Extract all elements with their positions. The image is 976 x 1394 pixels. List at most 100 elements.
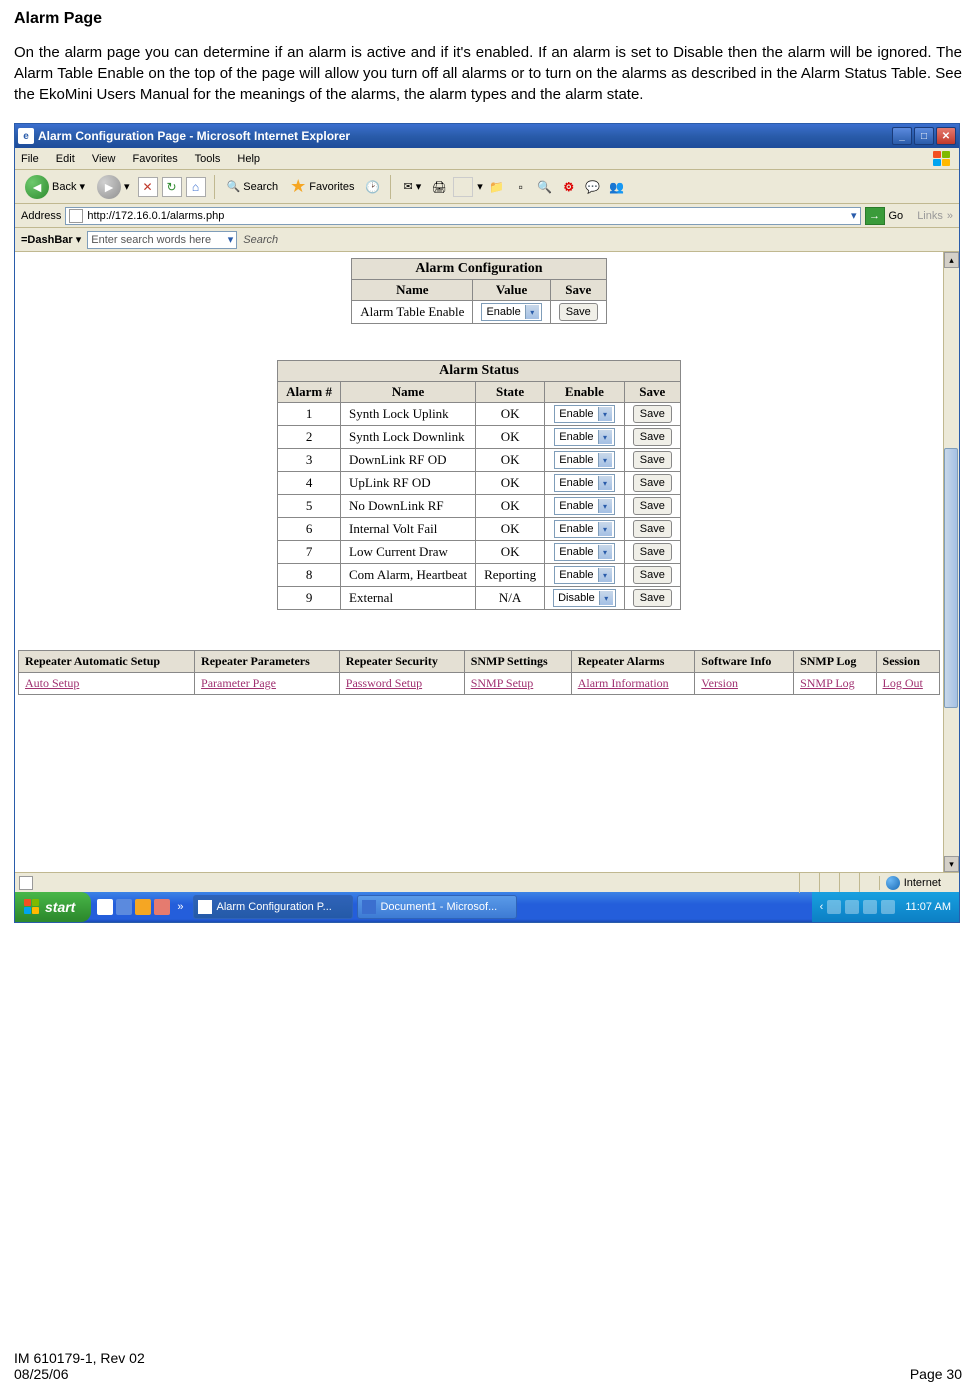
doc-paragraph: On the alarm page you can determine if a…: [14, 42, 962, 105]
config-save-button[interactable]: Save: [559, 303, 598, 321]
status-enable-select[interactable]: Enable▾: [554, 566, 614, 584]
ie-icon: e: [18, 128, 34, 144]
nav-link-alarm-information[interactable]: Alarm Information: [578, 676, 669, 690]
chevron-right-icon[interactable]: »: [177, 901, 183, 913]
history-button[interactable]: 🕑: [362, 177, 382, 197]
status-enable-select[interactable]: Enable▾: [554, 474, 614, 492]
folder-icon[interactable]: 📁: [487, 177, 507, 197]
forward-button[interactable]: ► ▾: [93, 173, 134, 201]
address-input[interactable]: http://172.16.0.1/alarms.php ▾: [65, 207, 860, 225]
dashbar-search-button[interactable]: Search: [243, 234, 278, 246]
status-enable-select[interactable]: Enable▾: [554, 520, 614, 538]
status-save-button[interactable]: Save: [633, 520, 672, 538]
links-label[interactable]: Links: [917, 210, 943, 222]
nav-link-snmp-log[interactable]: SNMP Log: [800, 676, 855, 690]
favorites-label: Favorites: [309, 181, 354, 193]
status-save-button[interactable]: Save: [633, 497, 672, 515]
chevron-right-icon[interactable]: »: [947, 210, 953, 222]
scroll-track[interactable]: [944, 268, 959, 856]
status-save-button[interactable]: Save: [633, 589, 672, 607]
scroll-down-button[interactable]: ▾: [944, 856, 959, 872]
status-save-button[interactable]: Save: [633, 405, 672, 423]
menu-favorites[interactable]: Favorites: [133, 153, 178, 165]
status-enable-select[interactable]: Enable▾: [554, 428, 614, 446]
nav-link-version[interactable]: Version: [701, 676, 738, 690]
config-value-select[interactable]: Enable ▾: [481, 303, 541, 321]
toolbar-icon-5[interactable]: 👥: [607, 177, 627, 197]
tray-icon[interactable]: [845, 900, 859, 914]
dashbar-label[interactable]: =DashBar ▾: [21, 233, 81, 246]
status-enable-select[interactable]: Disable▾: [553, 589, 616, 607]
status-save-button[interactable]: Save: [633, 428, 672, 446]
toolbar-icon-2[interactable]: 🔍: [535, 177, 555, 197]
chevron-down-icon[interactable]: ▾: [851, 209, 857, 222]
menu-help[interactable]: Help: [237, 153, 260, 165]
task-item[interactable]: Document1 - Microsof...: [357, 895, 517, 919]
dashbar: =DashBar ▾ Enter search words here ▾ Sea…: [15, 228, 959, 252]
search-button[interactable]: 🔍 Search: [223, 178, 283, 195]
scroll-up-button[interactable]: ▴: [944, 252, 959, 268]
status-save-button[interactable]: Save: [633, 566, 672, 584]
status-row: 3DownLink RF ODOKEnable▾Save: [278, 449, 681, 472]
favorites-button[interactable]: ★ Favorites: [286, 174, 358, 199]
status-header-state: State: [476, 382, 545, 403]
tray-icon[interactable]: [863, 900, 877, 914]
nav-link-parameter-page[interactable]: Parameter Page: [201, 676, 276, 690]
status-num: 8: [278, 564, 341, 587]
dashbar-search-input[interactable]: Enter search words here ▾: [87, 231, 237, 249]
toolbar-icon-1[interactable]: ▫: [511, 177, 531, 197]
ql-icon[interactable]: [135, 899, 151, 915]
task-item-active[interactable]: Alarm Configuration P...: [193, 895, 353, 919]
content-viewport: Alarm Configuration Name Value Save Alar…: [15, 252, 959, 872]
tray-expand-icon[interactable]: ‹: [820, 901, 824, 913]
start-button[interactable]: start: [15, 892, 91, 922]
status-save-button[interactable]: Save: [633, 543, 672, 561]
print-button[interactable]: 🖨: [429, 177, 449, 197]
system-tray: ‹ 11:07 AM: [812, 892, 959, 922]
chevron-down-icon: ▾: [598, 522, 612, 536]
toolbar-icon-4[interactable]: 💬: [583, 177, 603, 197]
status-save-cell: Save: [624, 472, 680, 495]
tray-icon[interactable]: [881, 900, 895, 914]
menu-edit[interactable]: Edit: [56, 153, 75, 165]
browser-window: e Alarm Configuration Page - Microsoft I…: [14, 123, 960, 923]
status-save-button[interactable]: Save: [633, 451, 672, 469]
back-button[interactable]: ◄ Back ▾: [21, 173, 89, 201]
minimize-button[interactable]: _: [892, 127, 912, 145]
status-save-button[interactable]: Save: [633, 474, 672, 492]
ql-icon[interactable]: [97, 899, 113, 915]
stop-button[interactable]: ✕: [138, 177, 158, 197]
maximize-button[interactable]: □: [914, 127, 934, 145]
home-button[interactable]: ⌂: [186, 177, 206, 197]
nav-link-log-out[interactable]: Log Out: [883, 676, 923, 690]
tray-icon[interactable]: [827, 900, 841, 914]
nav-link-password-setup[interactable]: Password Setup: [346, 676, 422, 690]
ql-icon[interactable]: [154, 899, 170, 915]
status-name: Synth Lock Uplink: [341, 403, 476, 426]
taskbar-clock[interactable]: 11:07 AM: [905, 901, 951, 913]
address-bar: Address http://172.16.0.1/alarms.php ▾ →…: [15, 204, 959, 228]
status-enable-select[interactable]: Enable▾: [554, 543, 614, 561]
nav-link-auto-setup[interactable]: Auto Setup: [25, 676, 79, 690]
go-button[interactable]: →: [865, 207, 885, 225]
edit-button[interactable]: [453, 177, 473, 197]
menu-file[interactable]: File: [21, 153, 39, 165]
scroll-thumb[interactable]: [944, 448, 958, 708]
alarm-config-table: Alarm Configuration Name Value Save Alar…: [351, 258, 607, 324]
refresh-button[interactable]: ↻: [162, 177, 182, 197]
menu-tools[interactable]: Tools: [195, 153, 221, 165]
mail-button[interactable]: ✉▾: [399, 178, 425, 195]
status-enable-cell: Enable▾: [545, 472, 625, 495]
status-enable-select[interactable]: Enable▾: [554, 405, 614, 423]
status-enable-select[interactable]: Enable▾: [554, 497, 614, 515]
status-enable-select[interactable]: Enable▾: [554, 451, 614, 469]
nav-header: Repeater Alarms: [571, 651, 695, 673]
status-enable-cell: Enable▾: [545, 541, 625, 564]
config-value-cell: Enable ▾: [473, 301, 550, 324]
toolbar-icon-3[interactable]: ⚙: [559, 177, 579, 197]
menu-view[interactable]: View: [92, 153, 116, 165]
vertical-scrollbar[interactable]: ▴ ▾: [943, 252, 959, 872]
ql-icon[interactable]: [116, 899, 132, 915]
nav-link-snmp-setup[interactable]: SNMP Setup: [471, 676, 534, 690]
close-button[interactable]: ✕: [936, 127, 956, 145]
